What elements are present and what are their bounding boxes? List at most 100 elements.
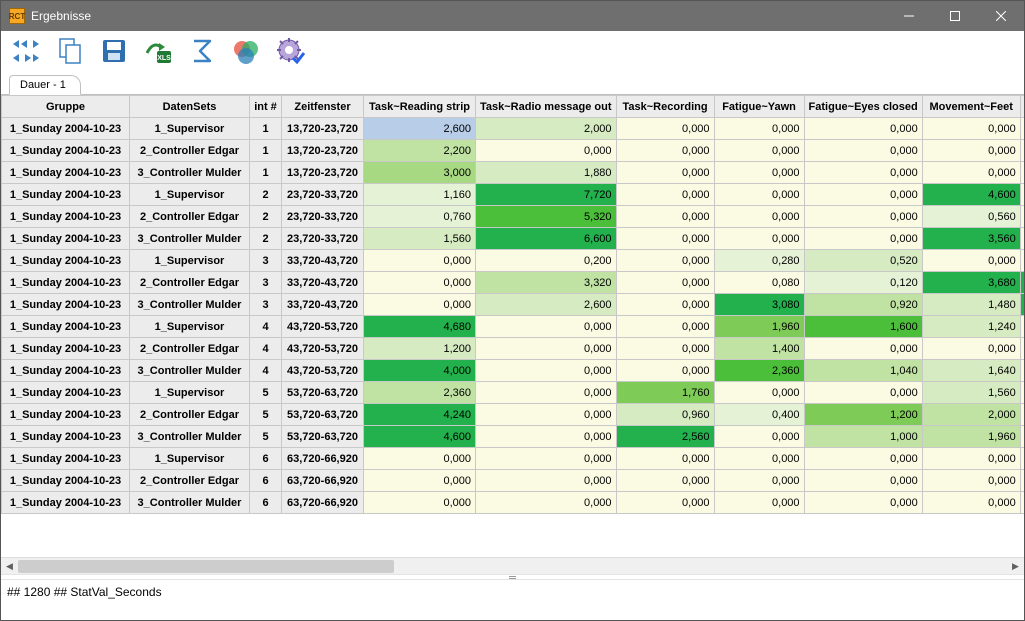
cell-reading[interactable]: 2,600 bbox=[364, 118, 476, 140]
cell-radio[interactable]: 0,000 bbox=[476, 382, 617, 404]
cell-eyes[interactable]: 0,000 bbox=[804, 448, 922, 470]
scroll-thumb[interactable] bbox=[18, 560, 394, 573]
cell-daten[interactable]: 3_Controller Mulder bbox=[130, 228, 250, 250]
cell-eyes[interactable]: 1,040 bbox=[804, 360, 922, 382]
cell-extra[interactable] bbox=[1020, 426, 1024, 448]
cell-gruppe[interactable]: 1_Sunday 2004-10-23 bbox=[2, 228, 130, 250]
cell-gruppe[interactable]: 1_Sunday 2004-10-23 bbox=[2, 140, 130, 162]
cell-int[interactable]: 1 bbox=[250, 162, 282, 184]
table-row[interactable]: 1_Sunday 2004-10-233_Controller Mulder66… bbox=[2, 492, 1025, 514]
cell-gruppe[interactable]: 1_Sunday 2004-10-23 bbox=[2, 184, 130, 206]
table-row[interactable]: 1_Sunday 2004-10-233_Controller Mulder55… bbox=[2, 426, 1025, 448]
cell-feet[interactable]: 2,000 bbox=[922, 404, 1020, 426]
cell-eyes[interactable]: 0,000 bbox=[804, 118, 922, 140]
cell-yawn[interactable]: 0,000 bbox=[714, 470, 804, 492]
cell-daten[interactable]: 2_Controller Edgar bbox=[130, 338, 250, 360]
cell-int[interactable]: 4 bbox=[250, 316, 282, 338]
cell-daten[interactable]: 3_Controller Mulder bbox=[130, 162, 250, 184]
cell-zeit[interactable]: 13,720-23,720 bbox=[282, 118, 364, 140]
cell-yawn[interactable]: 0,000 bbox=[714, 162, 804, 184]
table-row[interactable]: 1_Sunday 2004-10-232_Controller Edgar663… bbox=[2, 470, 1025, 492]
cell-reading[interactable]: 0,000 bbox=[364, 272, 476, 294]
table-row[interactable]: 1_Sunday 2004-10-233_Controller Mulder33… bbox=[2, 294, 1025, 316]
cell-gruppe[interactable]: 1_Sunday 2004-10-23 bbox=[2, 294, 130, 316]
cell-eyes[interactable]: 0,000 bbox=[804, 206, 922, 228]
cell-extra[interactable] bbox=[1020, 382, 1024, 404]
sum-button[interactable] bbox=[185, 34, 219, 68]
table-row[interactable]: 1_Sunday 2004-10-231_Supervisor113,720-2… bbox=[2, 118, 1025, 140]
cell-rec[interactable]: 0,960 bbox=[616, 404, 714, 426]
cell-daten[interactable]: 3_Controller Mulder bbox=[130, 360, 250, 382]
cell-reading[interactable]: 4,240 bbox=[364, 404, 476, 426]
cell-rec[interactable]: 0,000 bbox=[616, 162, 714, 184]
cell-yawn[interactable]: 3,080 bbox=[714, 294, 804, 316]
cell-int[interactable]: 5 bbox=[250, 404, 282, 426]
cell-int[interactable]: 6 bbox=[250, 492, 282, 514]
col-reading[interactable]: Task~Reading strip bbox=[364, 96, 476, 118]
cell-radio[interactable]: 0,000 bbox=[476, 338, 617, 360]
cell-int[interactable]: 6 bbox=[250, 470, 282, 492]
cell-eyes[interactable]: 0,000 bbox=[804, 492, 922, 514]
scroll-track[interactable] bbox=[18, 558, 1007, 575]
results-table[interactable]: Gruppe DatenSets int # Zeitfenster Task~… bbox=[1, 95, 1024, 514]
cell-zeit[interactable]: 33,720-43,720 bbox=[282, 272, 364, 294]
cell-feet[interactable]: 0,000 bbox=[922, 448, 1020, 470]
cell-reading[interactable]: 2,200 bbox=[364, 140, 476, 162]
navigate-button[interactable] bbox=[9, 34, 43, 68]
cell-extra[interactable] bbox=[1020, 492, 1024, 514]
table-row[interactable]: 1_Sunday 2004-10-232_Controller Edgar223… bbox=[2, 206, 1025, 228]
cell-rec[interactable]: 0,000 bbox=[616, 140, 714, 162]
cell-gruppe[interactable]: 1_Sunday 2004-10-23 bbox=[2, 470, 130, 492]
cell-zeit[interactable]: 23,720-33,720 bbox=[282, 184, 364, 206]
cell-extra[interactable] bbox=[1020, 184, 1024, 206]
cell-yawn[interactable]: 0,000 bbox=[714, 184, 804, 206]
cell-feet[interactable]: 0,560 bbox=[922, 206, 1020, 228]
cell-radio[interactable]: 0,000 bbox=[476, 426, 617, 448]
cell-reading[interactable]: 4,680 bbox=[364, 316, 476, 338]
cell-int[interactable]: 1 bbox=[250, 140, 282, 162]
cell-radio[interactable]: 7,720 bbox=[476, 184, 617, 206]
cell-int[interactable]: 6 bbox=[250, 448, 282, 470]
col-rec[interactable]: Task~Recording bbox=[616, 96, 714, 118]
cell-extra[interactable] bbox=[1020, 338, 1024, 360]
cell-daten[interactable]: 1_Supervisor bbox=[130, 448, 250, 470]
cell-reading[interactable]: 0,000 bbox=[364, 492, 476, 514]
save-button[interactable] bbox=[97, 34, 131, 68]
cell-daten[interactable]: 3_Controller Mulder bbox=[130, 294, 250, 316]
cell-feet[interactable]: 0,000 bbox=[922, 250, 1020, 272]
table-row[interactable]: 1_Sunday 2004-10-233_Controller Mulder22… bbox=[2, 228, 1025, 250]
cell-int[interactable]: 4 bbox=[250, 338, 282, 360]
scroll-right-arrow-icon[interactable]: ▶ bbox=[1007, 558, 1024, 575]
cell-feet[interactable]: 0,000 bbox=[922, 470, 1020, 492]
table-row[interactable]: 1_Sunday 2004-10-233_Controller Mulder11… bbox=[2, 162, 1025, 184]
close-button[interactable] bbox=[978, 1, 1024, 31]
cell-zeit[interactable]: 53,720-63,720 bbox=[282, 426, 364, 448]
cell-rec[interactable]: 0,000 bbox=[616, 470, 714, 492]
cell-feet[interactable]: 1,960 bbox=[922, 426, 1020, 448]
cell-extra[interactable] bbox=[1020, 470, 1024, 492]
cell-zeit[interactable]: 63,720-66,920 bbox=[282, 448, 364, 470]
cell-daten[interactable]: 3_Controller Mulder bbox=[130, 426, 250, 448]
scroll-left-arrow-icon[interactable]: ◀ bbox=[1, 558, 18, 575]
cell-yawn[interactable]: 2,360 bbox=[714, 360, 804, 382]
cell-feet[interactable]: 4,600 bbox=[922, 184, 1020, 206]
cell-zeit[interactable]: 43,720-53,720 bbox=[282, 316, 364, 338]
cell-gruppe[interactable]: 1_Sunday 2004-10-23 bbox=[2, 338, 130, 360]
cell-extra[interactable] bbox=[1020, 206, 1024, 228]
table-row[interactable]: 1_Sunday 2004-10-233_Controller Mulder44… bbox=[2, 360, 1025, 382]
cell-reading[interactable]: 1,160 bbox=[364, 184, 476, 206]
cell-gruppe[interactable]: 1_Sunday 2004-10-23 bbox=[2, 162, 130, 184]
cell-reading[interactable]: 2,360 bbox=[364, 382, 476, 404]
table-row[interactable]: 1_Sunday 2004-10-231_Supervisor333,720-4… bbox=[2, 250, 1025, 272]
cell-rec[interactable]: 0,000 bbox=[616, 184, 714, 206]
cell-extra[interactable] bbox=[1020, 118, 1024, 140]
cell-feet[interactable]: 1,560 bbox=[922, 382, 1020, 404]
cell-yawn[interactable]: 0,000 bbox=[714, 140, 804, 162]
cell-rec[interactable]: 0,000 bbox=[616, 338, 714, 360]
cell-reading[interactable]: 4,000 bbox=[364, 360, 476, 382]
cell-eyes[interactable]: 0,520 bbox=[804, 250, 922, 272]
cell-rec[interactable]: 0,000 bbox=[616, 360, 714, 382]
cell-int[interactable]: 3 bbox=[250, 272, 282, 294]
cell-reading[interactable]: 0,000 bbox=[364, 448, 476, 470]
table-row[interactable]: 1_Sunday 2004-10-231_Supervisor663,720-6… bbox=[2, 448, 1025, 470]
